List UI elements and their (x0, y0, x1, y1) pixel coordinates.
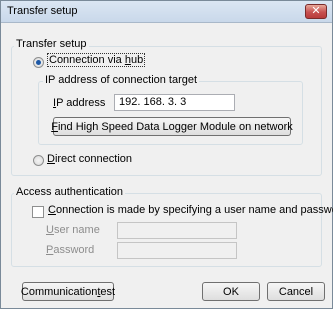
password-input[interactable] (117, 242, 237, 259)
direct-connection-label[interactable]: Direct connection (47, 153, 132, 165)
close-button[interactable]: ✕ (305, 4, 327, 19)
ip-target-group-label: IP address of connection target (43, 74, 200, 86)
via-hub-label[interactable]: Connection via hub (47, 53, 146, 67)
communication-test-button[interactable]: Communication t est (20, 282, 116, 301)
direct-connection-radio[interactable] (33, 155, 44, 166)
cancel-button[interactable]: Cancel (267, 282, 325, 301)
transfer-setup-group-label: Transfer setup (14, 38, 89, 50)
ok-button[interactable]: OK (202, 282, 260, 301)
via-hub-label-pre: Connection via (49, 54, 125, 66)
user-name-label: User name (46, 224, 100, 236)
credentials-label-post: onnection is made by specifying a user n… (55, 204, 333, 216)
password-label: Password (46, 244, 94, 256)
ip-address-label: IP address (53, 97, 105, 109)
find-module-label: ind High Speed Data Logger Module on net… (57, 120, 293, 133)
ip-address-input[interactable]: 192. 168. 3. 3 (114, 94, 235, 111)
title-bar: Transfer setup ✕ (1, 1, 332, 23)
ip-address-label-post: P address (56, 97, 106, 109)
user-name-label-post: ser name (53, 224, 100, 236)
user-name-input[interactable] (117, 222, 237, 239)
direct-connection-label-post: irect connection (54, 153, 132, 165)
find-module-button[interactable]: Find High Speed Data Logger Module on ne… (51, 117, 293, 136)
access-auth-group-label: Access authentication (14, 186, 126, 198)
via-hub-radio[interactable] (33, 57, 44, 68)
comm-test-label-post: est (100, 285, 116, 298)
password-label-post: assword (53, 244, 95, 256)
credentials-checkbox-label[interactable]: Connection is made by specifying a user … (48, 204, 333, 216)
window-title: Transfer setup (7, 5, 78, 17)
close-icon: ✕ (311, 5, 321, 17)
via-hub-label-post: ub (130, 54, 144, 66)
credentials-checkbox[interactable] (32, 206, 44, 218)
credentials-mnemonic: C (48, 204, 56, 216)
direct-connection-mnemonic: D (47, 153, 55, 165)
comm-test-label-pre: Communication (20, 285, 98, 298)
user-name-mnemonic: U (46, 224, 54, 236)
find-module-mnemonic: F (51, 120, 58, 133)
transfer-setup-dialog: Transfer setup ✕ Transfer setup Connecti… (0, 0, 333, 309)
